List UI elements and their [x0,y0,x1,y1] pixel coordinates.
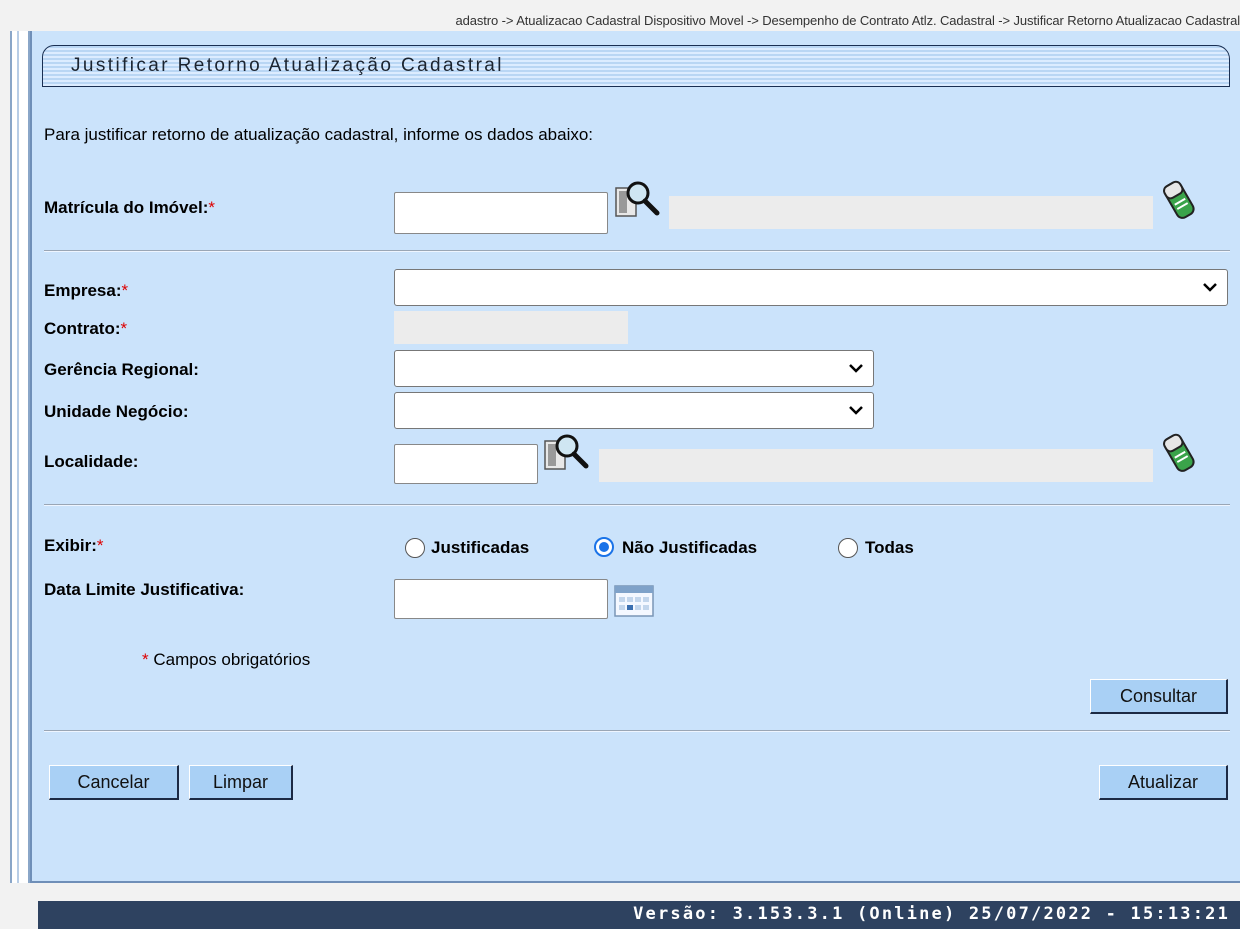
divider [44,250,1230,252]
title-bar: Justificar Retorno Atualização Cadastral [42,45,1230,87]
atualizar-button[interactable]: Atualizar [1099,765,1228,800]
limpar-button[interactable]: Limpar [189,765,293,800]
consultar-button[interactable]: Consultar [1090,679,1228,714]
chevron-down-icon [849,364,863,373]
radio-todas-label[interactable]: Todas [865,538,914,558]
divider [44,730,1230,732]
divider [44,504,1230,506]
localidade-label: Localidade: [44,452,139,471]
required-note-text: Campos obrigatórios [153,650,311,669]
required-note: * Campos obrigatórios [142,650,310,670]
matricula-label: Matrícula do Imóvel:* [44,198,215,218]
form-panel: Justificar Retorno Atualização Cadastral… [30,31,1240,883]
data-limite-label: Data Limite Justificativa: [44,580,245,599]
radio-nao-justificadas[interactable] [594,537,614,557]
version-text: Versão: 3.153.3.1 (Online) 25/07/2022 - … [633,904,1230,924]
required-mark: * [142,650,149,669]
radio-justificadas-label[interactable]: Justificadas [431,538,529,558]
matricula-label-text: Matrícula do Imóvel: [44,198,209,217]
contrato-label: Contrato:* [44,319,127,339]
search-icon[interactable] [542,431,592,477]
required-mark: * [120,319,128,338]
exibir-label: Exibir:* [44,536,104,556]
page-title: Justificar Retorno Atualização Cadastral [71,55,504,76]
eraser-icon[interactable] [1162,431,1196,475]
unidade-label: Unidade Negócio: [44,402,189,421]
cancelar-button[interactable]: Cancelar [49,765,179,800]
chevron-down-icon [1203,283,1217,292]
contrato-field [394,311,628,344]
radio-todas[interactable] [838,538,858,558]
eraser-icon[interactable] [1162,178,1196,222]
intro-text: Para justificar retorno de atualização c… [44,125,594,144]
gerencia-label: Gerência Regional: [44,360,199,379]
empresa-label: Empresa:* [44,281,128,301]
chevron-down-icon [849,406,863,415]
exibir-label-text: Exibir: [44,536,97,555]
empresa-select[interactable] [394,269,1228,306]
contrato-label-text: Contrato: [44,319,121,338]
gerencia-regional-select[interactable] [394,350,874,387]
calendar-icon[interactable] [613,583,655,619]
radio-justificadas[interactable] [405,538,425,558]
empresa-label-text: Empresa: [44,281,122,300]
matricula-input[interactable] [394,192,608,234]
required-mark: * [121,281,129,300]
localidade-description [599,449,1153,482]
search-icon[interactable] [613,178,663,224]
required-mark: * [208,198,215,217]
radio-nao-justificadas-label[interactable]: Não Justificadas [622,538,757,558]
unidade-negocio-select[interactable] [394,392,874,429]
left-frame-border [10,31,30,883]
breadcrumb: adastro -> Atualizacao Cadastral Disposi… [455,13,1240,28]
data-limite-input[interactable] [394,579,608,619]
matricula-description [669,196,1153,229]
localidade-input[interactable] [394,444,538,484]
version-footer: Versão: 3.153.3.1 (Online) 25/07/2022 - … [38,901,1240,929]
required-mark: * [96,536,104,555]
